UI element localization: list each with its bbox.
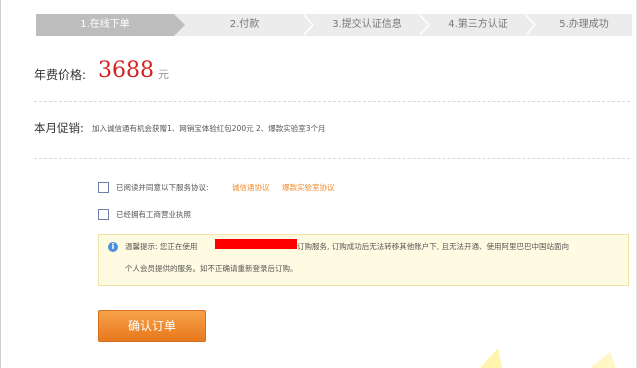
promotion-text: 加入诚信通有机会获赠1、网销宝体验红包200元 2、爆款实验室3个月 (92, 124, 326, 133)
explosive-lab-agreement-link[interactable]: 爆款实验室协议 (282, 182, 335, 193)
notice-line-2: 个人会员提供的服务。如不正确请重新登录后订购。 (125, 264, 298, 273)
confirm-order-button[interactable]: 确认订单 (98, 310, 206, 342)
divider (34, 101, 630, 102)
decorative-sparkle (480, 348, 616, 368)
step-separator-inner (302, 14, 312, 36)
step-1-online-order: 1.在线下单 (36, 14, 174, 36)
price-value: 3688 (98, 58, 154, 83)
notice-line-1-prefix: 温馨提示: 您正在使用 (125, 242, 198, 251)
price-label: 年费价格: (34, 68, 87, 82)
progress-steps: 1.在线下单 2.付款 3.提交认证信息 4.第三方认证 5.办理成功 (36, 14, 632, 36)
divider (34, 158, 630, 159)
license-label: 已经拥有工商营业执照 (116, 210, 191, 219)
info-icon: i (108, 242, 118, 252)
price-unit: 元 (158, 68, 169, 81)
notice-line-1-suffix: 订购服务, 订购成功后无法转移其他账户下, 且无法开通、使用阿里巴巴中国站面向 (297, 242, 570, 251)
promotion-label: 本月促销: (34, 121, 84, 135)
step-4-third-party: 4.第三方认证 (448, 19, 508, 30)
frame-left-border (0, 0, 1, 368)
step-2-payment: 2.付款 (229, 19, 260, 30)
chengxintong-agreement-link[interactable]: 诚信通协议 (232, 182, 270, 193)
step-1-arrow (174, 14, 185, 36)
step-3-submit-info: 3.提交认证信息 (332, 19, 402, 30)
redacted-account-name (215, 239, 297, 249)
agreement-label: 已阅读并同意以下服务协议: (116, 183, 209, 192)
notice-box: i 温馨提示: 您正在使用 订购服务, 订购成功后无法转移其他账户下, 且无法开… (98, 234, 629, 286)
agreement-checkbox[interactable] (98, 182, 109, 193)
step-5-success: 5.办理成功 (559, 19, 609, 30)
step-separator-inner (418, 14, 428, 36)
step-separator-inner (524, 14, 534, 36)
license-checkbox[interactable] (98, 209, 109, 220)
